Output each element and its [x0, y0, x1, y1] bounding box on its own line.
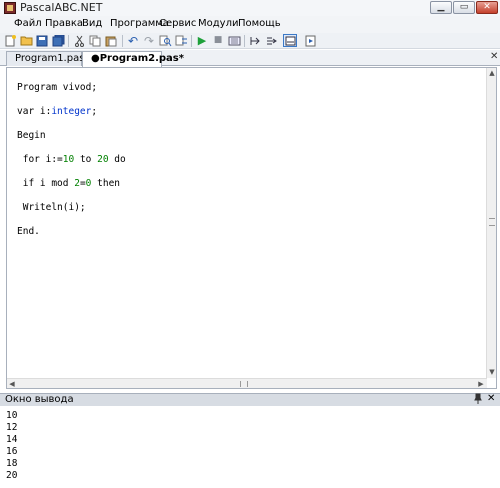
run-icon[interactable]: ▶ — [195, 34, 209, 47]
output-panel[interactable]: 10 12 14 16 18 20 — [0, 406, 500, 488]
menu-help[interactable]: Помощь — [238, 18, 281, 29]
replace-icon[interactable] — [174, 34, 188, 47]
menu-edit[interactable]: Правка — [45, 18, 83, 29]
new-file-icon[interactable] — [3, 34, 17, 47]
code-line: var i:integer; — [17, 106, 98, 117]
output-line: 10 — [6, 410, 18, 421]
menu-service[interactable]: Сервис — [159, 18, 196, 29]
scroll-right-icon[interactable]: ▶ — [477, 380, 485, 388]
code-line: Program vivod; — [17, 82, 98, 93]
menu-modules[interactable]: Модули — [198, 18, 238, 29]
output-line: 14 — [6, 434, 18, 445]
code-line: End. — [17, 226, 40, 237]
scroll-left-icon[interactable]: ◀ — [8, 380, 16, 388]
tab-program2[interactable]: ●Program2.pas* — [82, 51, 184, 67]
horizontal-scrollbar[interactable]: ◀ ▶ — [7, 378, 487, 388]
close-tab-icon[interactable]: ✕ — [490, 51, 498, 62]
scroll-grip[interactable] — [489, 218, 495, 226]
save-icon[interactable] — [35, 34, 49, 47]
vertical-scrollbar[interactable]: ▲ ▼ — [486, 68, 496, 378]
output-panel-header: Окно вывода ✕ — [0, 393, 500, 406]
cut-icon[interactable] — [72, 34, 86, 47]
output-panel-title: Окно вывода — [5, 394, 74, 405]
menu-view[interactable]: Вид — [82, 18, 102, 29]
source-code: Program vivod; var i:integer; Begin for … — [17, 70, 126, 262]
output-line: 20 — [6, 470, 18, 481]
menu-file[interactable]: Файл — [14, 18, 42, 29]
stop-icon[interactable]: ■ — [211, 34, 225, 47]
debug-icon[interactable] — [304, 34, 318, 47]
output-line: 16 — [6, 446, 18, 457]
open-folder-icon[interactable] — [19, 34, 33, 47]
close-button[interactable]: ✕ — [476, 1, 498, 14]
menu-bar: Файл Правка Вид Программа Сервис Модули … — [0, 16, 500, 33]
scroll-down-icon[interactable]: ▼ — [488, 368, 496, 376]
app-logo-icon — [4, 2, 16, 14]
output-line: 12 — [6, 422, 18, 433]
code-line: Writeln(i); — [17, 202, 86, 213]
paste-icon[interactable] — [104, 34, 118, 47]
close-output-icon[interactable]: ✕ — [487, 393, 495, 404]
tab-bar: Program1.pas* ●Program2.pas* ✕ — [0, 50, 500, 67]
scroll-up-icon[interactable]: ▲ — [488, 69, 496, 77]
toolbar: ↶ ↷ ▶ ■ — [0, 33, 500, 49]
tab-program2-label: ●Program2.pas* — [91, 53, 184, 64]
pin-icon[interactable] — [473, 393, 483, 407]
step-into-icon[interactable] — [248, 34, 262, 47]
scroll-grip[interactable] — [240, 381, 248, 387]
maximize-button[interactable]: ▭ — [453, 1, 475, 14]
tab-program1[interactable]: Program1.pas* — [6, 51, 89, 66]
copy-icon[interactable] — [88, 34, 102, 47]
redo-icon[interactable]: ↷ — [142, 34, 156, 47]
save-all-icon[interactable] — [51, 34, 65, 47]
window-title: PascalABC.NET — [20, 1, 103, 14]
minimize-button[interactable]: ▁ — [430, 1, 452, 14]
undo-icon[interactable]: ↶ — [126, 34, 140, 47]
code-line: Begin — [17, 130, 46, 141]
title-bar: PascalABC.NET ▁ ▭ ✕ — [0, 0, 500, 16]
output-window-icon[interactable] — [283, 34, 297, 47]
code-editor[interactable]: Program vivod; var i:integer; Begin for … — [6, 67, 497, 389]
code-line: if i mod 2=0 then — [17, 178, 121, 189]
compile-icon[interactable] — [227, 34, 241, 47]
code-line: for i:=10 to 20 do — [17, 154, 126, 165]
step-over-icon[interactable] — [264, 34, 278, 47]
find-icon[interactable] — [158, 34, 172, 47]
output-line: 18 — [6, 458, 18, 469]
